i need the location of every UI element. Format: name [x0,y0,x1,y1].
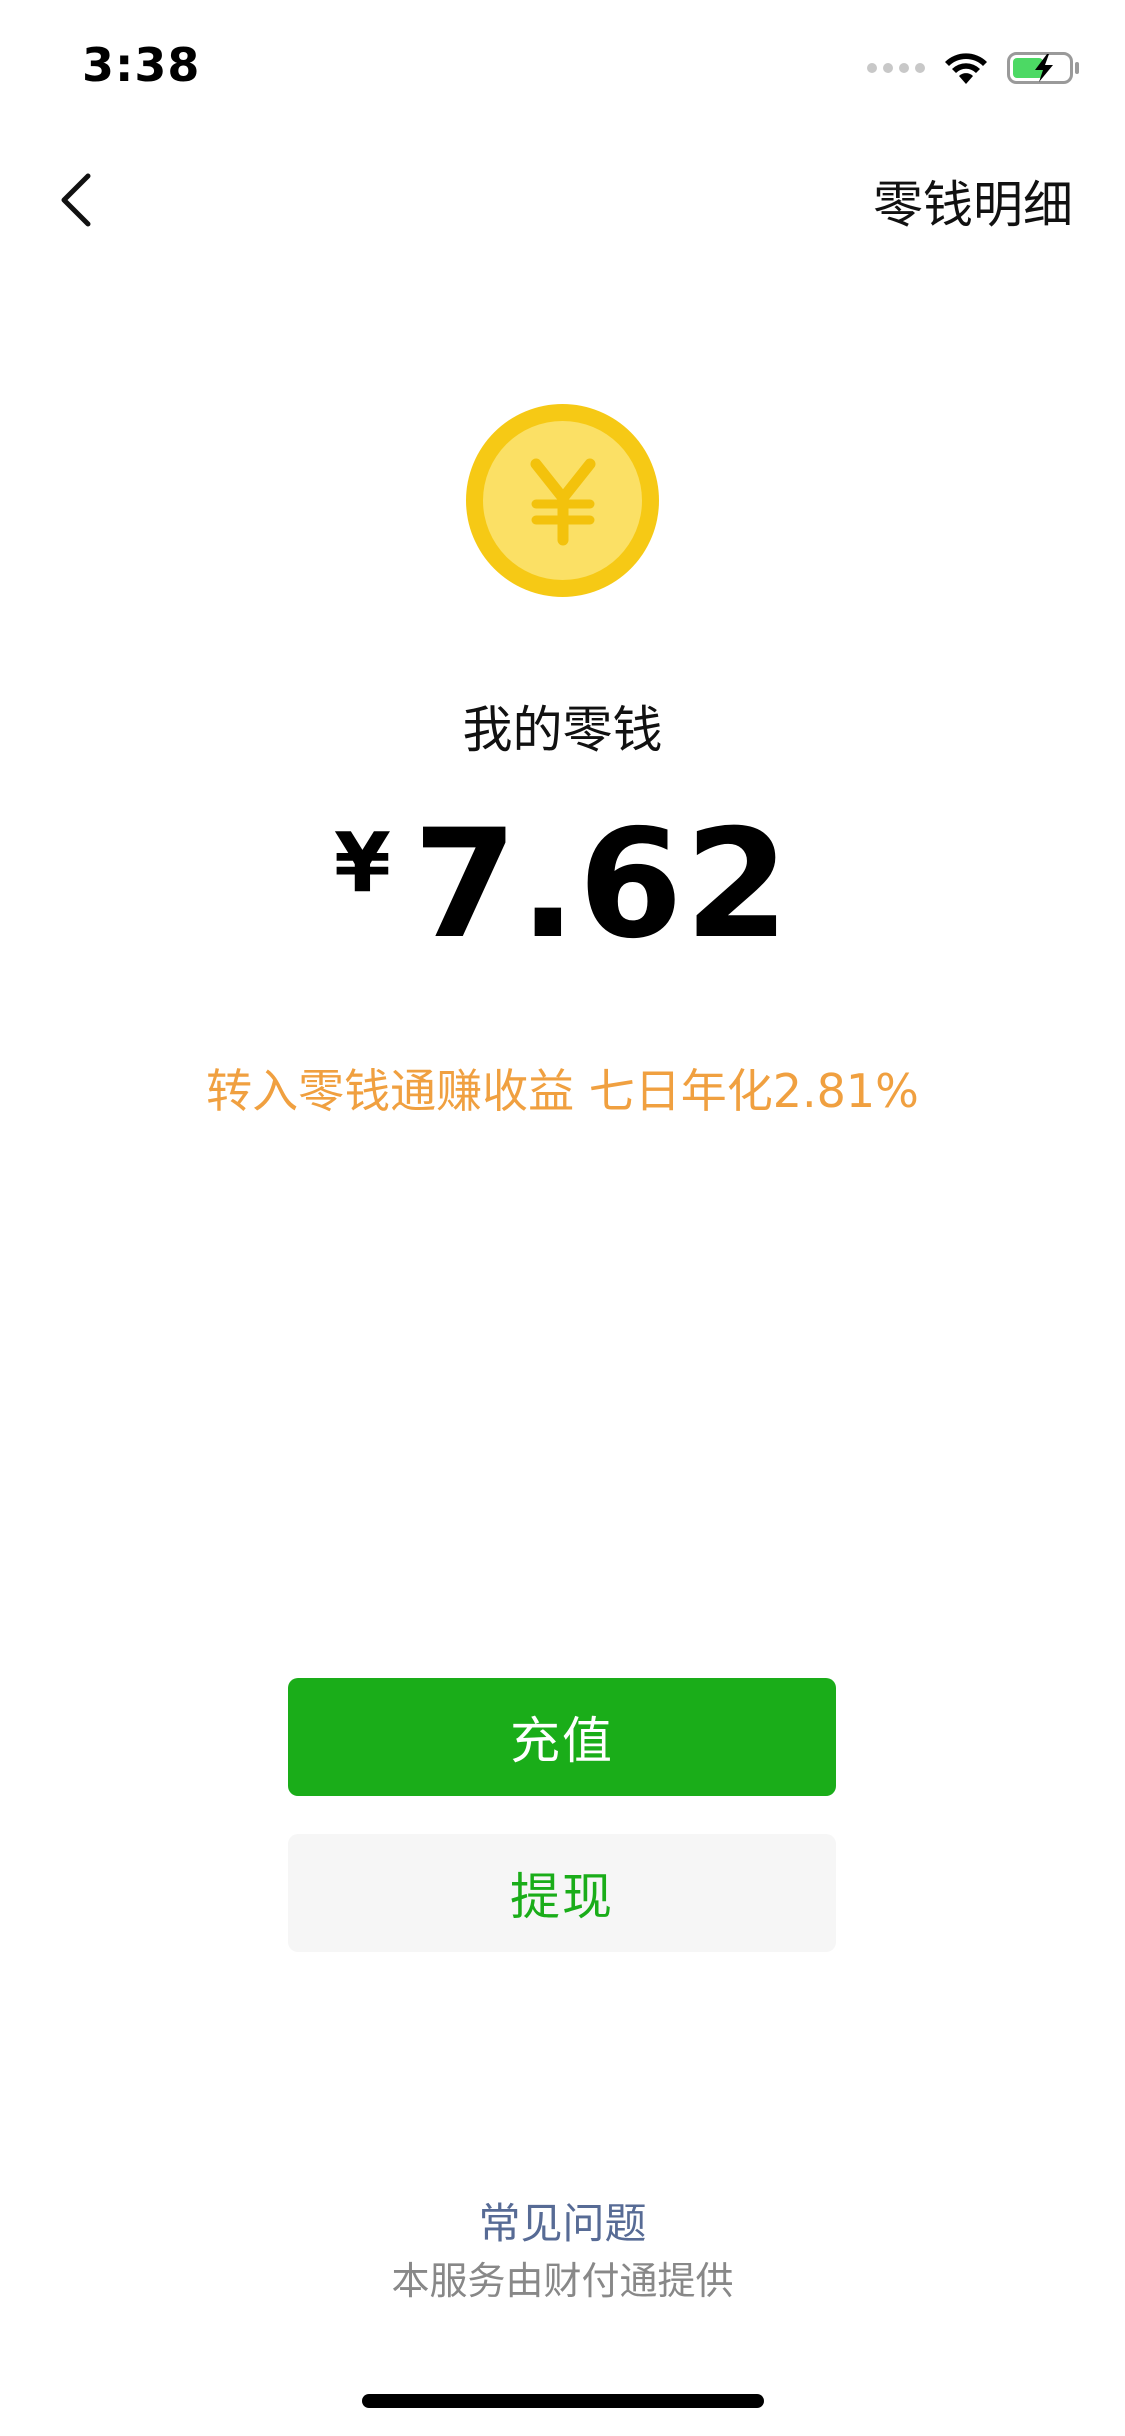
chevron-left-icon [61,173,91,227]
nav-bar: 零钱明细 [0,135,1125,265]
status-bar: 3:38 [0,0,1125,135]
home-indicator[interactable] [362,2394,764,2408]
balance-amount: 7.62 [412,798,792,972]
status-icons [867,48,1081,88]
status-time: 3:38 [82,38,201,92]
withdraw-button[interactable]: 提现 [288,1834,836,1952]
currency-symbol: ¥ [333,816,391,911]
battery-charging-icon [1007,52,1079,84]
promo-link[interactable]: 转入零钱通赚收益 七日年化2.81% [0,1055,1125,1121]
signal-dots-icon [867,63,925,73]
balance-amount-display: ¥7.62 [0,800,1125,970]
provider-text: 本服务由财付通提供 [391,2259,734,2303]
yuan-coin-icon [466,404,659,597]
faq-link[interactable]: 常见问题 [0,2190,1125,2251]
topup-button[interactable]: 充值 [288,1678,836,1796]
back-button[interactable] [36,160,116,240]
transaction-details-link[interactable]: 零钱明细 [873,165,1073,237]
wifi-icon [945,53,987,84]
balance-label: 我的零钱 [462,701,663,759]
